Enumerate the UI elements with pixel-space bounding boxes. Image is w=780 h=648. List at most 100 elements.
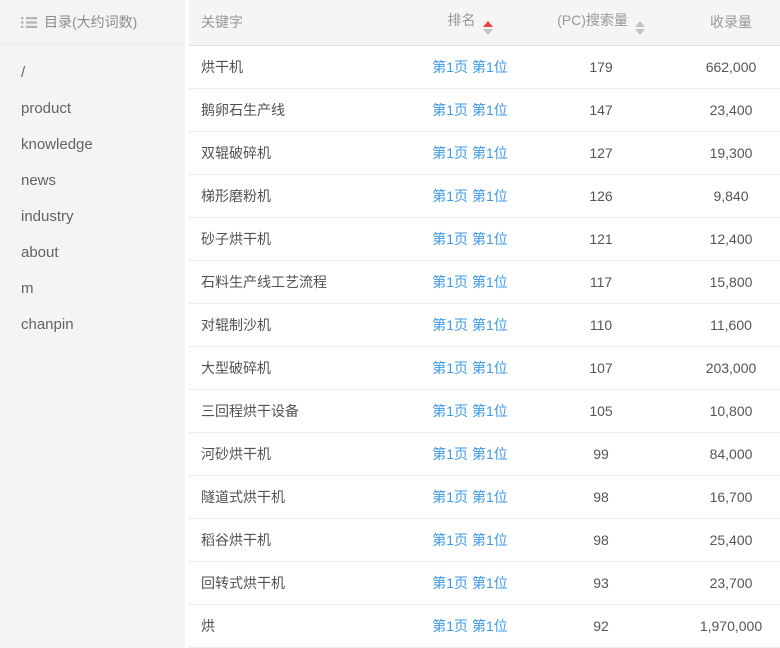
keyword-cell: 烘 (189, 604, 420, 647)
column-header-indexed: 收录量 (682, 0, 780, 45)
rank-link[interactable]: 第1页 第1位 (432, 360, 507, 376)
indexed-cell: 84,000 (682, 432, 780, 475)
rank-link[interactable]: 第1页 第1位 (432, 102, 507, 118)
rank-link[interactable]: 第1页 第1位 (432, 446, 507, 462)
rank-cell: 第1页 第1位 (420, 260, 520, 303)
indexed-cell: 203,000 (682, 346, 780, 389)
rank-link[interactable]: 第1页 第1位 (432, 188, 507, 204)
rank-link[interactable]: 第1页 第1位 (432, 618, 507, 634)
sort-carets-search-icon[interactable] (635, 21, 645, 35)
sidebar-item[interactable]: industry (0, 198, 185, 234)
rank-cell: 第1页 第1位 (420, 45, 520, 88)
keyword-cell: 石料生产线工艺流程 (189, 260, 420, 303)
keyword-table: 关键字 排名 (PC)搜索量 收录量 烘干机 第1页 第1位 179 662,0… (189, 0, 780, 648)
sort-up-icon[interactable] (635, 21, 645, 27)
keyword-cell: 烘干机 (189, 45, 420, 88)
indexed-cell: 11,600 (682, 303, 780, 346)
rank-cell: 第1页 第1位 (420, 561, 520, 604)
rank-link[interactable]: 第1页 第1位 (432, 145, 507, 161)
rank-link[interactable]: 第1页 第1位 (432, 489, 507, 505)
rank-cell: 第1页 第1位 (420, 346, 520, 389)
rank-cell: 第1页 第1位 (420, 475, 520, 518)
sort-up-icon[interactable] (483, 21, 493, 27)
rank-cell: 第1页 第1位 (420, 131, 520, 174)
sidebar-item[interactable]: m (0, 270, 185, 306)
table-row: 河砂烘干机 第1页 第1位 99 84,000 (189, 432, 780, 475)
sidebar-item[interactable]: product (0, 90, 185, 126)
rank-cell: 第1页 第1位 (420, 518, 520, 561)
indexed-cell: 19,300 (682, 131, 780, 174)
table-row: 鹅卵石生产线 第1页 第1位 147 23,400 (189, 88, 780, 131)
table-row: 稻谷烘干机 第1页 第1位 98 25,400 (189, 518, 780, 561)
keyword-cell: 大型破碎机 (189, 346, 420, 389)
rank-link[interactable]: 第1页 第1位 (432, 274, 507, 290)
table-row: 烘 第1页 第1位 92 1,970,000 (189, 604, 780, 647)
rank-link[interactable]: 第1页 第1位 (432, 575, 507, 591)
indexed-cell: 1,970,000 (682, 604, 780, 647)
sidebar-title: 目录(大约词数) (44, 12, 137, 32)
sidebar-header: 目录(大约词数) (0, 0, 185, 45)
rank-cell: 第1页 第1位 (420, 174, 520, 217)
rank-link[interactable]: 第1页 第1位 (432, 317, 507, 333)
keyword-cell: 回转式烘干机 (189, 561, 420, 604)
table-row: 回转式烘干机 第1页 第1位 93 23,700 (189, 561, 780, 604)
search-volume-cell: 99 (520, 432, 682, 475)
keyword-cell: 对辊制沙机 (189, 303, 420, 346)
search-volume-cell: 147 (520, 88, 682, 131)
table-row: 烘干机 第1页 第1位 179 662,000 (189, 45, 780, 88)
keyword-cell: 梯形磨粉机 (189, 174, 420, 217)
search-volume-cell: 105 (520, 389, 682, 432)
seo-keyword-panel: 目录(大约词数) / product knowledge news indust… (0, 0, 780, 648)
indexed-cell: 25,400 (682, 518, 780, 561)
indexed-cell: 23,400 (682, 88, 780, 131)
sidebar-item[interactable]: knowledge (0, 126, 185, 162)
sidebar-item[interactable]: / (0, 54, 185, 90)
indexed-cell: 12,400 (682, 217, 780, 260)
indexed-cell: 16,700 (682, 475, 780, 518)
search-volume-cell: 107 (520, 346, 682, 389)
rank-cell: 第1页 第1位 (420, 389, 520, 432)
search-volume-cell: 121 (520, 217, 682, 260)
table-row: 大型破碎机 第1页 第1位 107 203,000 (189, 346, 780, 389)
rank-link[interactable]: 第1页 第1位 (432, 231, 507, 247)
indexed-cell: 10,800 (682, 389, 780, 432)
keyword-cell: 稻谷烘干机 (189, 518, 420, 561)
column-header-search-volume[interactable]: (PC)搜索量 (520, 0, 682, 45)
search-volume-cell: 92 (520, 604, 682, 647)
sidebar-item[interactable]: news (0, 162, 185, 198)
table-row: 隧道式烘干机 第1页 第1位 98 16,700 (189, 475, 780, 518)
keyword-cell: 砂子烘干机 (189, 217, 420, 260)
keyword-cell: 河砂烘干机 (189, 432, 420, 475)
keyword-table-area: 关键字 排名 (PC)搜索量 收录量 烘干机 第1页 第1位 179 662,0… (189, 0, 780, 648)
sidebar-directory-list: / product knowledge news industry about … (0, 45, 185, 342)
rank-link[interactable]: 第1页 第1位 (432, 532, 507, 548)
search-volume-cell: 117 (520, 260, 682, 303)
table-header-row: 关键字 排名 (PC)搜索量 收录量 (189, 0, 780, 45)
rank-cell: 第1页 第1位 (420, 217, 520, 260)
table-row: 三回程烘干设备 第1页 第1位 105 10,800 (189, 389, 780, 432)
keyword-cell: 双辊破碎机 (189, 131, 420, 174)
table-row: 石料生产线工艺流程 第1页 第1位 117 15,800 (189, 260, 780, 303)
search-volume-cell: 179 (520, 45, 682, 88)
column-header-rank[interactable]: 排名 (420, 0, 520, 45)
sort-down-icon[interactable] (483, 29, 493, 35)
keyword-cell: 三回程烘干设备 (189, 389, 420, 432)
sidebar-item[interactable]: about (0, 234, 185, 270)
table-row: 梯形磨粉机 第1页 第1位 126 9,840 (189, 174, 780, 217)
keyword-cell: 鹅卵石生产线 (189, 88, 420, 131)
rank-cell: 第1页 第1位 (420, 88, 520, 131)
rank-cell: 第1页 第1位 (420, 432, 520, 475)
search-volume-cell: 127 (520, 131, 682, 174)
sort-carets-rank-icon[interactable] (483, 21, 493, 35)
directory-sidebar: 目录(大约词数) / product knowledge news indust… (0, 0, 185, 648)
table-row: 砂子烘干机 第1页 第1位 121 12,400 (189, 217, 780, 260)
search-volume-cell: 110 (520, 303, 682, 346)
search-volume-cell: 93 (520, 561, 682, 604)
search-volume-cell: 98 (520, 475, 682, 518)
rank-link[interactable]: 第1页 第1位 (432, 59, 507, 75)
sort-down-icon[interactable] (635, 29, 645, 35)
indexed-cell: 662,000 (682, 45, 780, 88)
sidebar-item[interactable]: chanpin (0, 306, 185, 342)
rank-link[interactable]: 第1页 第1位 (432, 403, 507, 419)
indexed-cell: 23,700 (682, 561, 780, 604)
